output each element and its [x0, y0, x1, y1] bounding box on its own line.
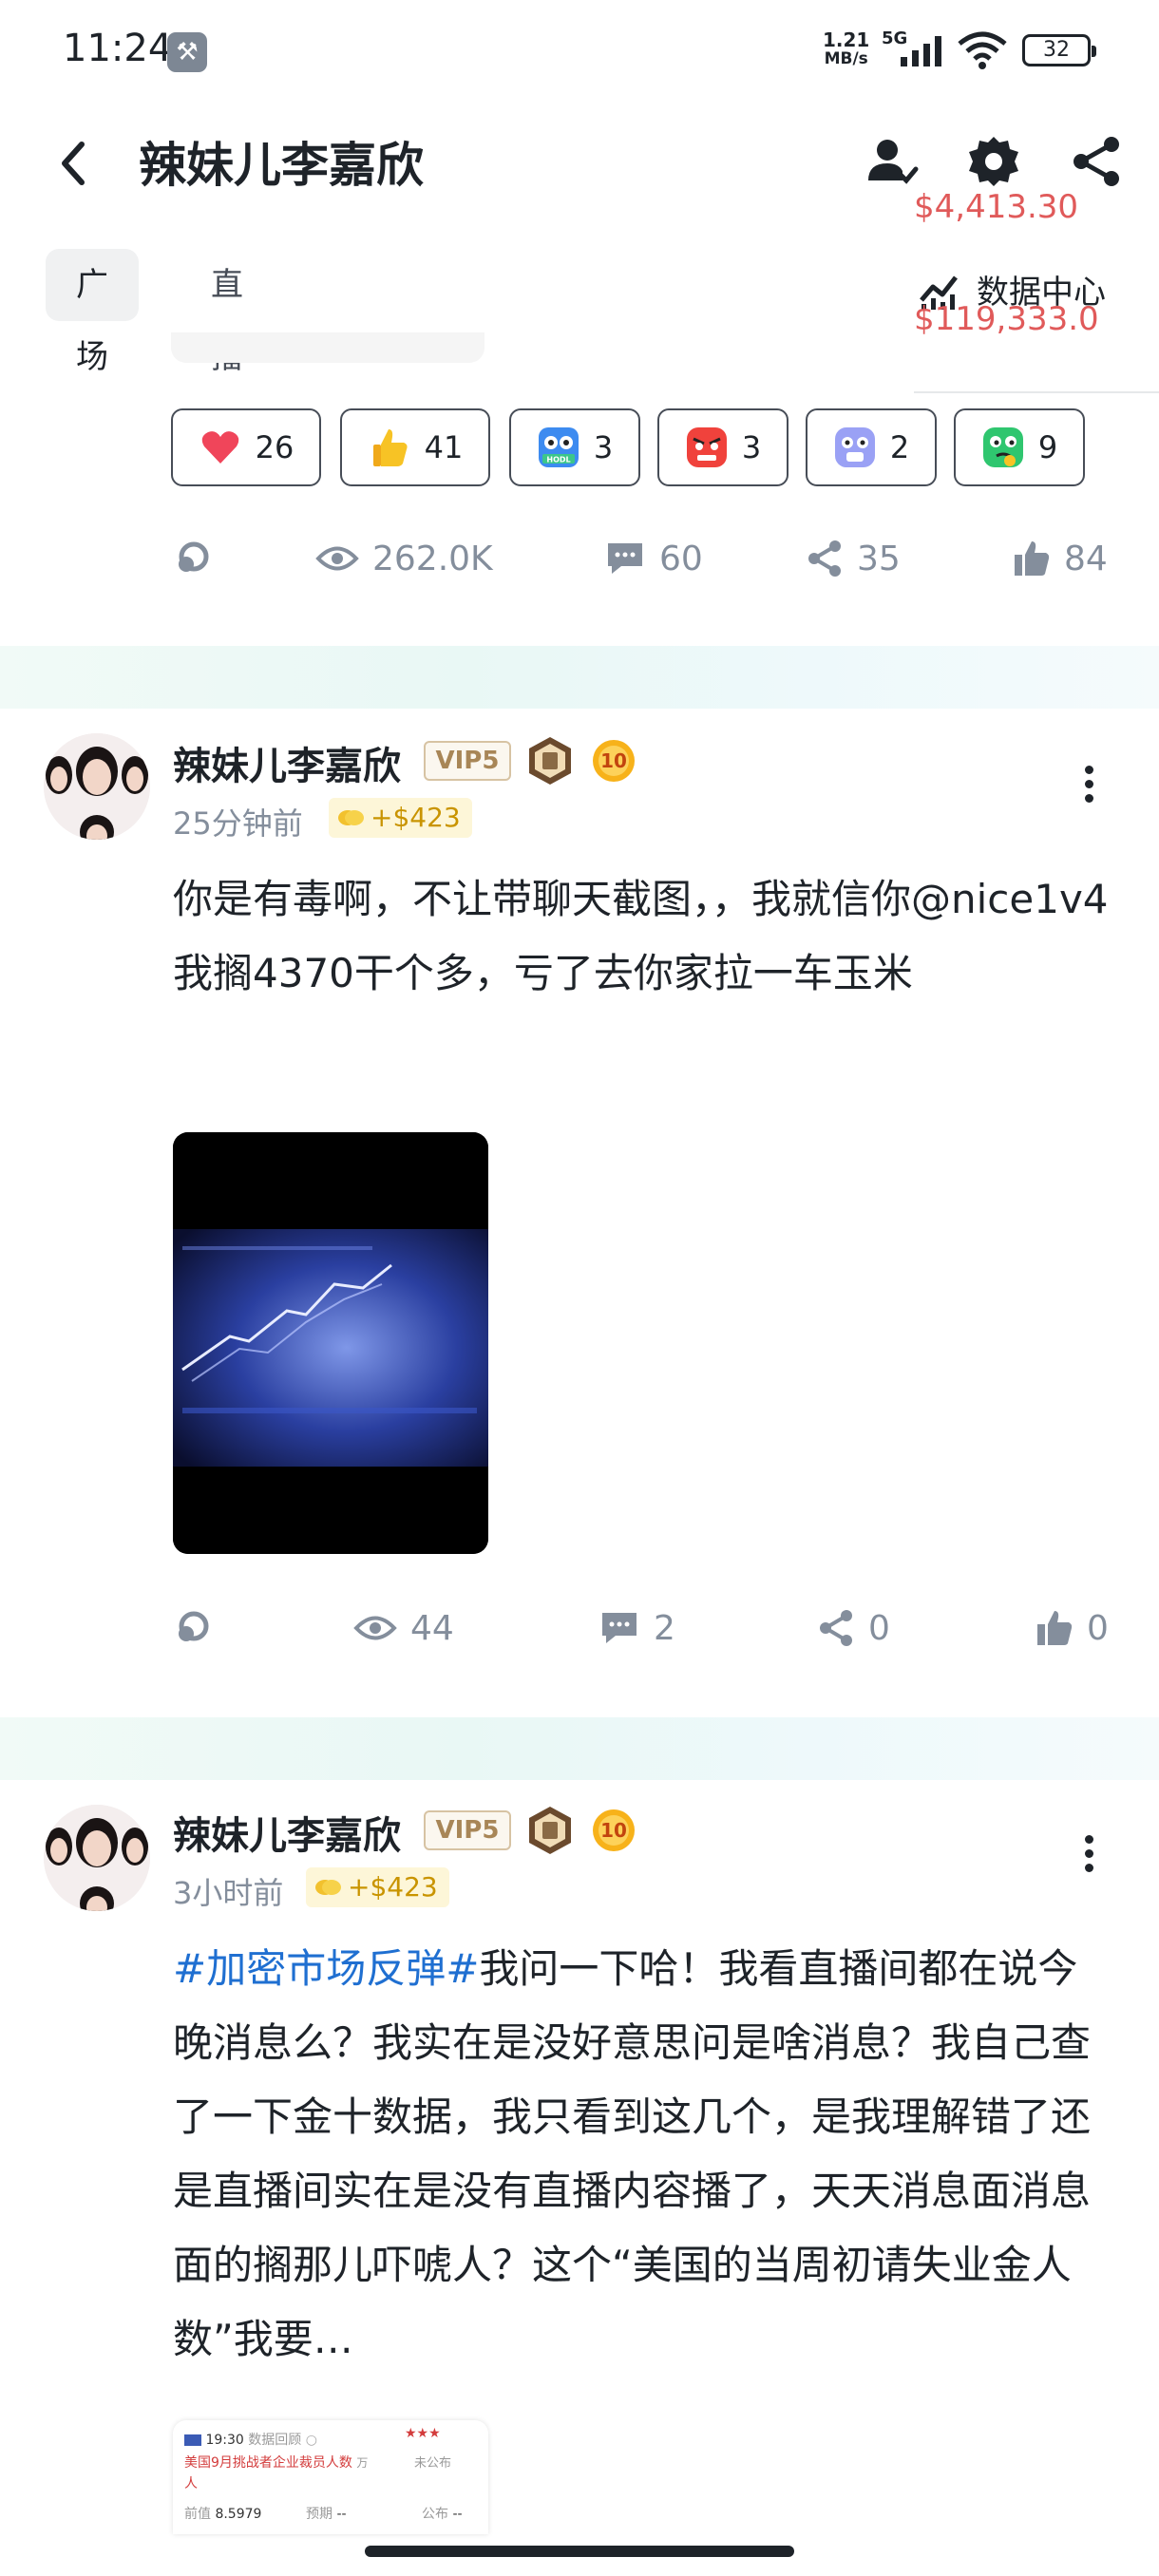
post-author[interactable]: 辣妹儿李嘉欣	[173, 735, 401, 790]
post-separator	[0, 1717, 1159, 1780]
battery-indicator: 32	[1022, 34, 1096, 66]
level-badge-icon: 10	[593, 740, 635, 782]
share-button[interactable]: 35	[806, 530, 901, 587]
post-image-thumbnail[interactable]: 19:30 数据回顾 ○ ★★★ 未公布 美国9月挑战者企业裁员人数 万 人 前…	[173, 2420, 488, 2534]
tab-live[interactable]: 直播	[180, 249, 274, 376]
chart-screen-image	[173, 1132, 488, 1554]
post-stats: 44 2 0 0	[171, 1600, 1121, 1657]
more-options-icon[interactable]	[1070, 1829, 1108, 1886]
home-indicator[interactable]	[365, 2546, 794, 2557]
vip-badge: VIP5	[424, 741, 511, 781]
wrench-icon: ⚒	[167, 32, 207, 72]
reaction-count: 9	[1037, 429, 1058, 465]
like-button[interactable]: 0	[1036, 1600, 1109, 1657]
net-speed: 1.21 MB/s	[823, 28, 870, 68]
previous-post-edge	[171, 332, 484, 363]
angry-emoji-icon	[686, 427, 727, 467]
share-icon	[808, 540, 841, 577]
post-stats: 262.0K 60 35 84	[171, 530, 1121, 587]
post-author[interactable]: 辣妹儿李嘉欣	[173, 1805, 401, 1860]
avatar[interactable]	[44, 1805, 150, 1911]
share-button[interactable]: 0	[817, 1600, 890, 1657]
tip-badge[interactable]: +$423	[306, 1867, 449, 1907]
reaction-heart[interactable]: 26	[171, 408, 321, 486]
reaction-count: 2	[889, 429, 910, 465]
post-text: #加密市场反弹#我问一下哈！我看直播间都在说今晚消息么？我实在是没好意思问是啥消…	[173, 1932, 1113, 2377]
eye-icon	[315, 546, 359, 571]
views-count: 44	[353, 1600, 454, 1657]
medal-badge-icon	[529, 1807, 571, 1854]
reaction-shocked[interactable]: 2	[806, 408, 937, 486]
post-time: 25分钟前	[173, 805, 303, 842]
divider	[914, 391, 1159, 393]
svg-text:10: 10	[600, 749, 627, 772]
reaction-hodl[interactable]: HODL 3	[509, 408, 640, 486]
thumbs-up-emoji-icon	[372, 429, 408, 466]
coin-icon	[338, 810, 364, 825]
post-text: 你是有毒啊，不让带聊天截图，，我就信你@nice1v4我搁4370干个多，亏了去…	[173, 876, 1109, 996]
comments-button[interactable]: 60	[604, 530, 703, 587]
level-badge-icon: 10	[593, 1809, 635, 1851]
reaction-count: 41	[424, 429, 464, 465]
star-rating: ★★★	[405, 2426, 441, 2441]
reaction-bar: 26 41 HODL 3 3 2 9	[171, 408, 1085, 486]
vip-badge: VIP5	[424, 1810, 511, 1850]
thumbs-up-icon	[1037, 1611, 1073, 1645]
more-options-icon[interactable]	[1070, 760, 1108, 817]
post-image[interactable]	[173, 1132, 488, 1554]
like-button[interactable]: 84	[1013, 530, 1108, 587]
page-title: 辣妹儿李嘉欣	[139, 138, 424, 193]
price-ticker-top: $4,413.30	[914, 188, 1079, 226]
bell-icon: ○	[305, 2433, 317, 2448]
reaction-count: 3	[593, 429, 614, 465]
price-ticker-bottom: $119,333.0	[914, 300, 1099, 338]
reaction-thinking[interactable]: 9	[954, 408, 1085, 486]
reaction-count: 3	[741, 429, 762, 465]
follow-user-icon[interactable]	[863, 133, 920, 190]
status-bar: 11:24 ⚒ 1.21 MB/s 5G 32	[0, 0, 1159, 104]
share-icon	[820, 1610, 852, 1646]
avatar-image	[44, 1805, 150, 1911]
views-count: 262.0K	[315, 530, 493, 587]
reaction-count: 26	[255, 429, 294, 465]
hashtag-link[interactable]: #加密市场反弹#	[173, 1945, 479, 1992]
post-body: 我问一下哈！我看直播间都在说今晚消息么？我实在是没好意思问是啥消息？我自己查了一…	[173, 1945, 1092, 2362]
repost-icon	[179, 541, 209, 572]
post-separator	[0, 646, 1159, 709]
svg-text:HODL: HODL	[546, 456, 570, 464]
avatar-image	[44, 733, 150, 840]
avatar[interactable]	[44, 733, 150, 840]
tip-badge[interactable]: +$423	[329, 798, 472, 838]
us-flag-icon	[184, 2434, 201, 2446]
comments-button[interactable]: 2	[598, 1600, 675, 1657]
repost-button[interactable]	[171, 1600, 213, 1657]
tab-square[interactable]: 广场	[46, 249, 139, 376]
header-bar: 辣妹儿李嘉欣 $4,413.30	[0, 104, 1159, 226]
share-icon[interactable]	[1068, 133, 1125, 190]
repost-icon	[179, 1611, 209, 1641]
wifi-icon	[958, 31, 1007, 69]
shocked-emoji-icon	[834, 427, 875, 467]
gear-icon[interactable]	[965, 133, 1022, 190]
eye-icon	[353, 1616, 397, 1640]
medal-badge-icon	[529, 737, 571, 785]
coin-icon	[315, 1880, 341, 1895]
heart-emoji-icon	[201, 431, 238, 464]
comment-icon	[608, 543, 642, 574]
signal-icon	[901, 36, 941, 66]
reaction-thumbs-up[interactable]: 41	[340, 408, 490, 486]
back-arrow-icon[interactable]	[48, 135, 95, 192]
svg-text:10: 10	[600, 1819, 627, 1842]
status-time: 11:24	[63, 27, 173, 70]
hodl-emoji-icon: HODL	[538, 427, 579, 467]
post-time: 3小时前	[173, 1875, 284, 1911]
thumbs-up-icon	[1015, 541, 1050, 576]
thinking-emoji-icon	[982, 427, 1023, 467]
comment-icon	[602, 1613, 636, 1643]
reaction-angry[interactable]: 3	[657, 408, 788, 486]
repost-button[interactable]	[171, 530, 213, 587]
